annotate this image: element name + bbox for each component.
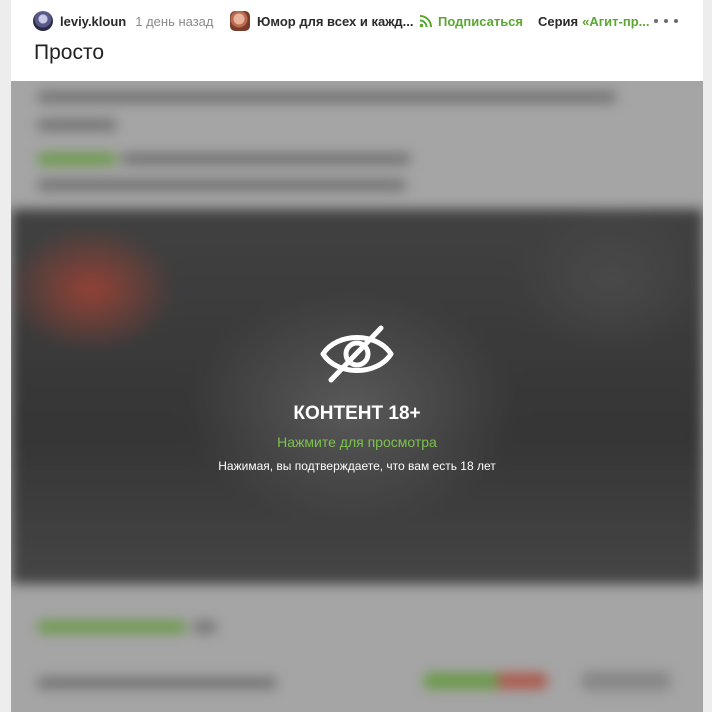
post-time: 1 день назад: [135, 13, 214, 29]
nsfw-content-area[interactable]: КОНТЕНТ 18+ Нажмите для просмотра Нажима…: [11, 81, 703, 712]
nsfw-overlay[interactable]: КОНТЕНТ 18+ Нажмите для просмотра Нажима…: [11, 81, 703, 712]
author-name[interactable]: leviy.kloun: [60, 14, 126, 29]
community-link[interactable]: Юмор для всех и кажд...: [230, 0, 414, 42]
more-dot: [674, 19, 678, 23]
post-card: leviy.kloun 1 день назад Юмор для всех и…: [11, 0, 703, 712]
community-name[interactable]: Юмор для всех и кажд...: [257, 14, 414, 29]
series-info: Серия «Агит-пр...: [538, 0, 650, 42]
nsfw-view-link[interactable]: Нажмите для просмотра: [11, 434, 703, 450]
author-link[interactable]: leviy.kloun 1 день назад: [33, 0, 214, 42]
series-link[interactable]: «Агит-пр...: [582, 14, 649, 29]
post-header: leviy.kloun 1 день назад Юмор для всех и…: [11, 0, 703, 42]
more-dot: [654, 19, 658, 23]
subscribe-icon: [419, 15, 432, 28]
subscribe-label: Подписаться: [438, 13, 524, 29]
post-title[interactable]: Просто: [34, 40, 104, 66]
author-avatar[interactable]: [33, 11, 53, 31]
subscribe-button[interactable]: Подписаться: [419, 0, 523, 42]
series-prefix: Серия: [538, 13, 579, 29]
community-avatar[interactable]: [230, 11, 250, 31]
eye-off-icon: [320, 325, 394, 383]
more-dot: [664, 19, 668, 23]
nsfw-title: КОНТЕНТ 18+: [293, 403, 421, 424]
nsfw-age-note: Нажимая, вы подтверждаете, что вам есть …: [218, 459, 496, 473]
more-icon[interactable]: [654, 13, 678, 29]
